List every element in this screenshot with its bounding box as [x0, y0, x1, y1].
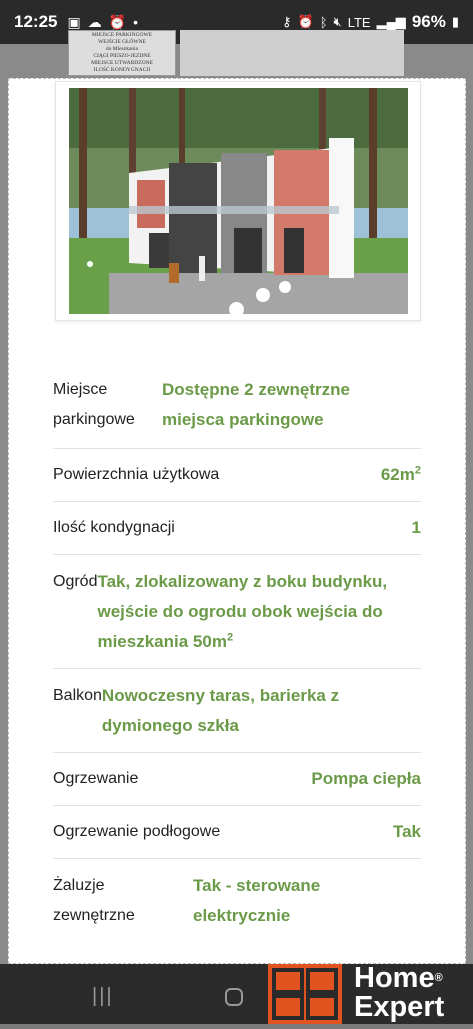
clock: 12:25 — [14, 12, 58, 31]
row-garden: Ogród Tak, zlokalizowany z boku budynku,… — [53, 555, 421, 669]
balcony-value-line: dymionego szkła — [101, 716, 239, 735]
doc-line: MIEJSCE PARKINGOWE — [91, 32, 153, 38]
heating-label: Ogrzewanie — [53, 770, 139, 787]
building-illustration — [69, 88, 408, 314]
logo-reg: ® — [434, 972, 443, 984]
row-balcony: Balkon Nowoczesny taras, barierka z dymi… — [53, 669, 421, 753]
blinds-label-line: Żaluzje — [53, 877, 105, 894]
doc-line: CIĄGI PIESZO-JEZDNE — [93, 53, 151, 59]
row-area: Powierzchnia użytkowa 62m2 — [53, 449, 421, 502]
parking-value-line: Dostępne 2 zewnętrzne — [162, 380, 350, 399]
photo-card — [55, 81, 421, 321]
garden-value-line: mieszkania 50m2 — [97, 627, 387, 657]
garden-value-line: Tak, zlokalizowany z boku budynku, — [97, 572, 388, 591]
details-modal[interactable]: Miejsce parkingowe Dostępne 2 zewnętrzne… — [8, 78, 466, 964]
logo-text: Home® Expert — [354, 964, 444, 1022]
notification-icons: ▣ ☁ ⏰ • — [67, 14, 138, 31]
network-label: LTE — [347, 14, 371, 30]
dot-icon: • — [133, 14, 139, 30]
parking-label-line: parkingowe — [53, 411, 135, 428]
doc-line: WEJŚCIE GŁÓWNE — [98, 39, 146, 45]
signal-icon: ▂▄▆ — [376, 14, 406, 29]
row-floors: Ilość kondygnacji 1 — [53, 502, 421, 555]
doc-line: ILOŚĆ KONDYGNACJI — [93, 67, 151, 73]
garden-label: Ogród — [53, 573, 98, 590]
row-value: Dostępne 2 zewnętrzne miejsca parkingowe — [162, 375, 350, 435]
building-photo[interactable] — [69, 88, 408, 314]
parking-value-line: miejsca parkingowe — [162, 410, 324, 429]
blinds-label: Żaluzje zewnętrzne — [53, 871, 193, 931]
carousel-dot[interactable] — [229, 302, 244, 314]
background-document: MIEJSCE PARKINGOWE WEJŚCIE GŁÓWNE do Mie… — [68, 30, 176, 76]
garden-value-text: mieszkania 50m — [97, 632, 227, 651]
battery-text: 96% — [411, 12, 446, 31]
row-label: Miejsce parkingowe — [53, 375, 162, 435]
logo-home: Home — [354, 962, 435, 994]
row-heating: Ogrzewanie Pompa ciepła — [53, 753, 421, 806]
logo-mark-icon — [272, 968, 338, 1020]
floor-heating-value: Tak — [392, 822, 421, 841]
doc-line: MIEJSCE UTWARDZONE — [91, 60, 153, 66]
battery-icon: ▮ — [451, 14, 459, 29]
blinds-value-line: elektrycznie — [193, 906, 291, 925]
heating-value: Pompa ciepła — [311, 769, 421, 788]
home-button-icon[interactable] — [225, 988, 243, 1006]
key-icon: ⚷ — [281, 14, 292, 29]
alarm-icon: ⏰ — [108, 13, 127, 30]
alarm-clock-icon: ⏰ — [297, 14, 314, 29]
balcony-label: Balkon — [53, 687, 102, 704]
blinds-value-line: Tak - sterowane — [193, 876, 321, 895]
area-label: Powierzchnia użytkowa — [53, 466, 220, 483]
garden-value-line: wejście do ogrodu obok wejścia do — [97, 602, 383, 621]
floors-label: Ilość kondygnacji — [53, 519, 175, 536]
doc-line: do Mieszkania — [105, 46, 139, 52]
area-number: 62m — [380, 465, 415, 484]
blinds-value: Tak - sterowane elektrycznie — [193, 871, 320, 931]
gallery-icon: ▣ — [67, 13, 81, 30]
area-value: 62m2 — [381, 460, 421, 490]
logo-line-home: Home® — [354, 964, 444, 993]
floors-value: 1 — [411, 518, 421, 537]
system-icons: ⚷ ⏰ ᛒ 🔇︎ LTE ▂▄▆ 96% ▮ — [282, 12, 459, 32]
balcony-value-line: Nowoczesny taras, barierka z — [101, 686, 340, 705]
row-floor-heating: Ogrzewanie podłogowe Tak — [53, 806, 421, 859]
balcony-value: Nowoczesny taras, barierka z dymionego s… — [102, 681, 339, 741]
bluetooth-icon: ᛒ — [319, 14, 328, 30]
carousel-dot[interactable] — [87, 261, 93, 267]
parking-label-line: Miejsce — [53, 381, 108, 398]
carousel-dot[interactable] — [279, 281, 291, 293]
home-expert-logo-icon — [268, 964, 342, 1024]
floor-heating-label: Ogrzewanie podłogowe — [53, 823, 221, 840]
mute-icon: 🔇︎ — [333, 14, 342, 29]
logo-line-expert: Expert — [354, 991, 445, 1023]
cloud-icon: ☁ — [87, 13, 102, 30]
carousel-dot[interactable] — [256, 288, 270, 302]
background-document-right — [180, 30, 404, 76]
garden-superscript: 2 — [226, 631, 234, 644]
row-parking: Miejsce parkingowe Dostępne 2 zewnętrzne… — [53, 361, 421, 449]
row-blinds: Żaluzje zewnętrzne Tak - sterowane elekt… — [53, 859, 421, 943]
area-superscript: 2 — [414, 464, 421, 477]
blinds-label-line: zewnętrzne — [53, 907, 135, 924]
property-details: Miejsce parkingowe Dostępne 2 zewnętrzne… — [53, 361, 421, 943]
recent-apps-icon[interactable]: ||| — [92, 985, 114, 1008]
garden-value: Tak, zlokalizowany z boku budynku, wejśc… — [97, 567, 387, 657]
